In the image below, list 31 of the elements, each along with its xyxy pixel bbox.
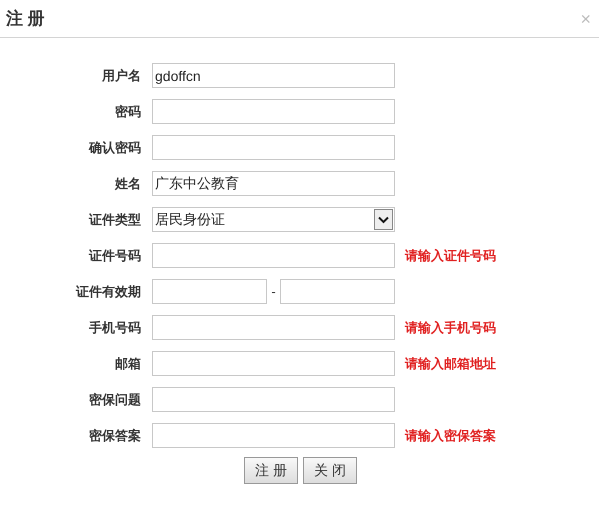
range-separator: - xyxy=(270,282,277,301)
error-message: 请输入邮箱地址 xyxy=(405,354,496,373)
input-field[interactable] xyxy=(152,279,267,304)
field-label: 证件号码 xyxy=(88,246,142,265)
select-field[interactable]: 居民身份证 xyxy=(152,207,395,232)
field-label: 手机号码 xyxy=(88,318,142,337)
close-dialog-button[interactable]: 关 闭 xyxy=(303,457,357,484)
field-label: 确认密码 xyxy=(88,138,142,157)
register-button[interactable]: 注 册 xyxy=(244,457,298,484)
dialog-title: 注 册 xyxy=(6,8,45,30)
field-label: 用户名 xyxy=(100,66,142,85)
field-label: 密保答案 xyxy=(88,426,142,445)
input-field[interactable] xyxy=(152,99,395,124)
input-field[interactable] xyxy=(152,315,395,340)
field-label: 密码 xyxy=(114,102,142,121)
input-field[interactable]: 广东中公教育 xyxy=(152,171,395,196)
input-field[interactable] xyxy=(152,135,395,160)
field-label: 邮箱 xyxy=(114,354,142,373)
field-label: 证件类型 xyxy=(88,210,142,229)
error-message: 请输入手机号码 xyxy=(405,318,496,337)
input-field[interactable] xyxy=(152,423,395,448)
field-label: 姓名 xyxy=(114,174,142,193)
field-label: 证件有效期 xyxy=(74,282,142,301)
input-field[interactable] xyxy=(152,243,395,268)
error-message: 请输入证件号码 xyxy=(405,246,496,265)
input-field[interactable] xyxy=(152,351,395,376)
input-field[interactable]: gdoffcn xyxy=(152,63,395,88)
input-field[interactable] xyxy=(152,387,395,412)
input-field[interactable] xyxy=(280,279,395,304)
error-message: 请输入密保答案 xyxy=(405,426,496,445)
field-label: 密保问题 xyxy=(88,390,142,409)
